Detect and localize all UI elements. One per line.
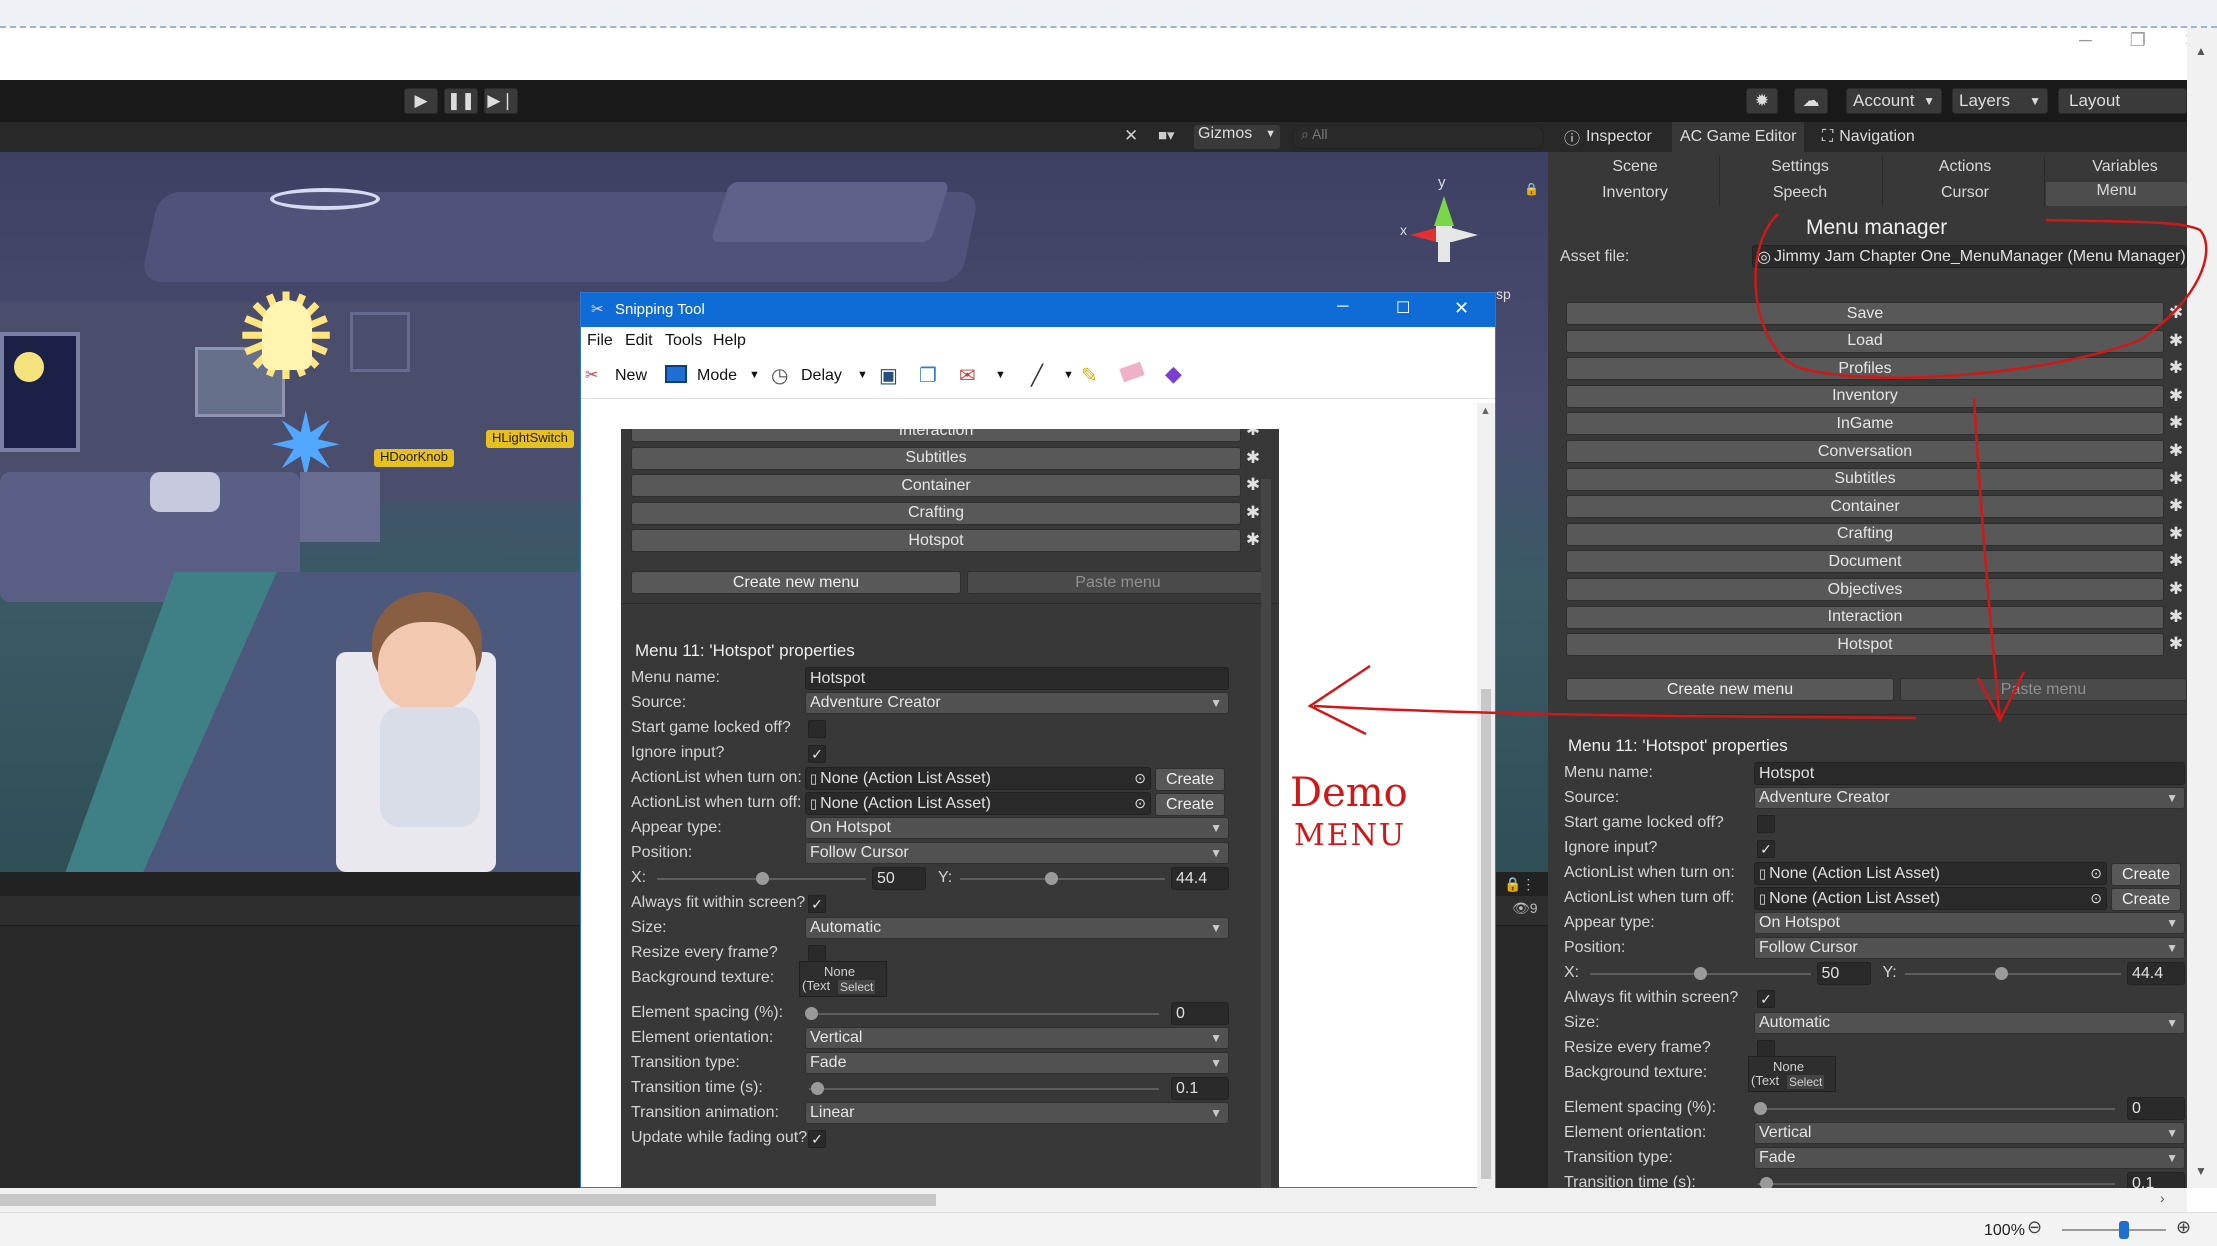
red-arrow-left — [1313, 704, 1917, 720]
red-arrow-down — [1972, 397, 2002, 721]
zoom-slider-thumb[interactable] — [2119, 1221, 2130, 1239]
viewer-hscroll-thumb[interactable] — [0, 1194, 936, 1206]
zoom-slider[interactable] — [2062, 1229, 2166, 1231]
red-circle-annotation — [1754, 213, 2208, 379]
annotation-menu: MENU — [1294, 818, 1407, 853]
annotation-demo: Demo — [1290, 770, 1408, 816]
zoom-in-icon[interactable]: ⊕ — [2176, 1217, 2191, 1238]
zoom-level: 100% — [1984, 1222, 2025, 1239]
red-arrow-left-head — [1307, 664, 1371, 736]
red-arrow-down-head — [1976, 671, 2026, 723]
zoom-out-icon[interactable]: ⊖ — [2027, 1217, 2042, 1238]
viewer-horizontal-scrollbar[interactable]: › — [0, 1188, 2187, 1212]
chevron-right-icon[interactable]: › — [2160, 1190, 2165, 1206]
viewer-statusbar: 100% ⊖ ⊕ — [0, 1212, 2217, 1246]
red-annotation-layer — [1307, 213, 2208, 736]
